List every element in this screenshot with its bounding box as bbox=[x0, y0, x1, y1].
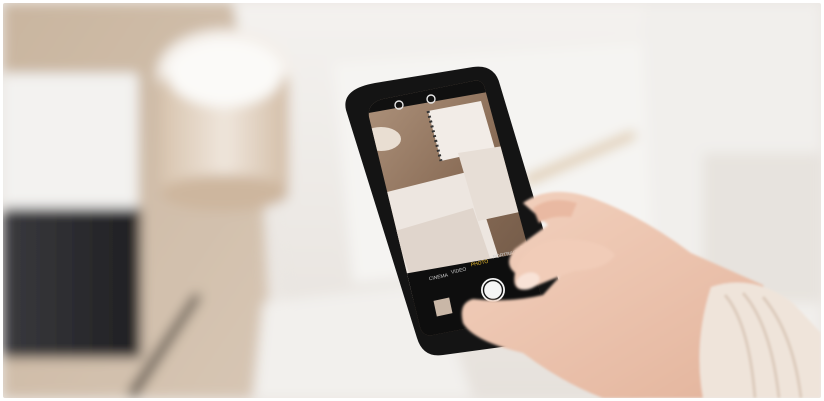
scene-illustration: CINEMA VIDEO PHOTO PORTRAIT PANO bbox=[3, 3, 821, 398]
photo-frame: CINEMA VIDEO PHOTO PORTRAIT PANO bbox=[0, 0, 824, 401]
shutter-button[interactable] bbox=[481, 278, 505, 302]
scene-photo: CINEMA VIDEO PHOTO PORTRAIT PANO bbox=[3, 3, 821, 398]
thumbnail[interactable] bbox=[433, 297, 453, 317]
